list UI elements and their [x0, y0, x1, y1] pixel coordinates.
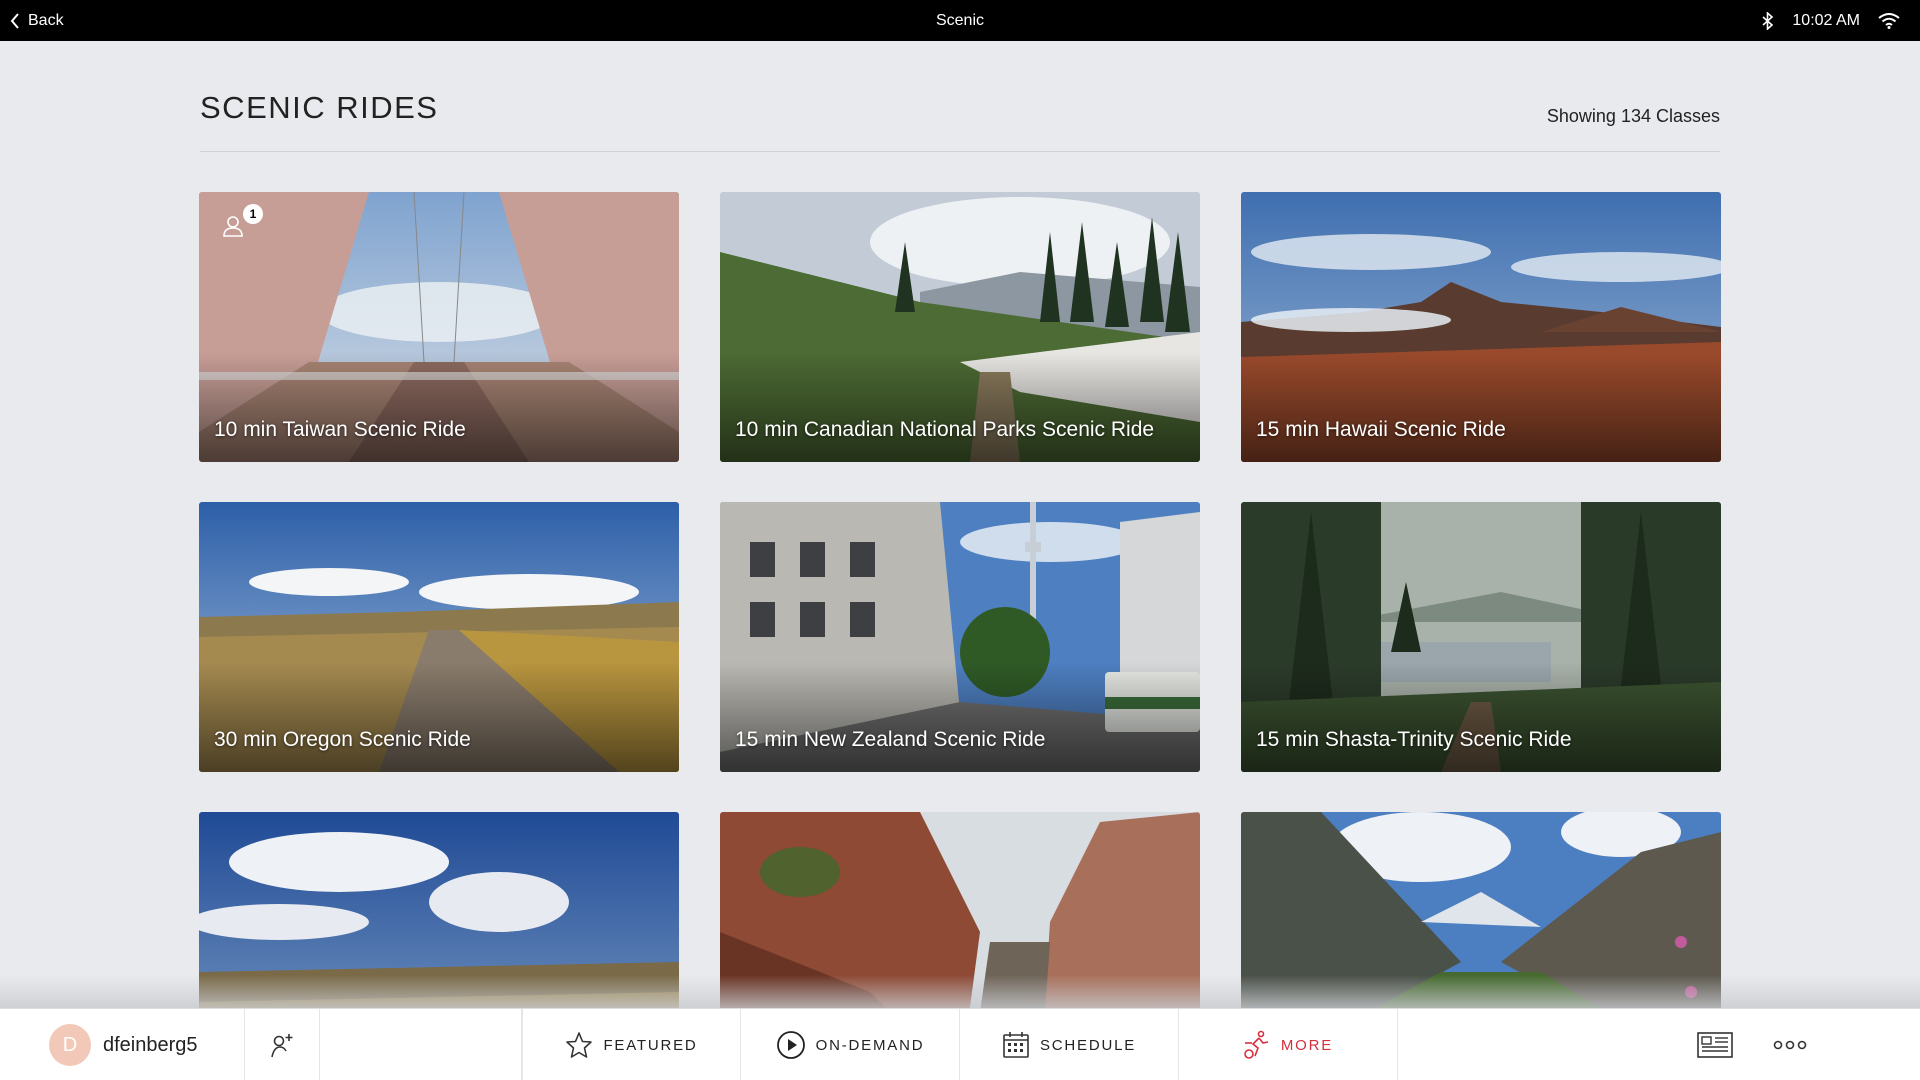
class-card-oregon[interactable]: 30 min Oregon Scenic Ride: [199, 502, 679, 772]
class-title: 15 min New Zealand Scenic Ride: [735, 728, 1046, 751]
calendar-icon: [1003, 1032, 1029, 1058]
window-title: Scenic: [935, 12, 985, 29]
chevron-left-icon: [10, 12, 19, 29]
tab-label: MORE: [1280, 1036, 1334, 1054]
user-profile-button[interactable]: D dfeinberg5: [0, 1009, 245, 1080]
tab-on-demand[interactable]: ON-DEMAND: [741, 1009, 960, 1080]
class-grid: 1 10 min Taiwan Scenic Ride 10 min Canad…: [199, 192, 1721, 1080]
class-title: 15 min Hawaii Scenic Ride: [1256, 418, 1506, 441]
bluetooth-icon: [1762, 11, 1774, 30]
wifi-icon: [1878, 12, 1900, 29]
tab-featured[interactable]: FEATURED: [522, 1009, 741, 1080]
tab-schedule[interactable]: SCHEDULE: [960, 1009, 1179, 1080]
avatar: D: [49, 1024, 91, 1066]
username: dfeinberg5: [103, 1033, 198, 1056]
class-card-canada[interactable]: 10 min Canadian National Parks Scenic Ri…: [720, 192, 1200, 462]
ellipsis-icon: [1773, 1040, 1807, 1050]
class-card-hawaii[interactable]: 15 min Hawaii Scenic Ride: [1241, 192, 1721, 462]
cyclist-icon: [1244, 1030, 1269, 1059]
add-friend-button[interactable]: [245, 1009, 320, 1080]
user-icon: [223, 216, 243, 237]
more-options-button[interactable]: [1760, 1009, 1820, 1080]
page-title: SCENIC RIDES: [200, 90, 439, 125]
back-label: Back: [28, 11, 64, 29]
star-icon: [566, 1032, 593, 1058]
class-card-new-zealand[interactable]: 15 min New Zealand Scenic Ride: [720, 502, 1200, 772]
clock: 10:02 AM: [1792, 11, 1860, 29]
class-title: 30 min Oregon Scenic Ride: [214, 728, 471, 751]
status-bar: Back Scenic 10:02 AM: [0, 0, 1920, 41]
friends-taking-class: 1: [221, 204, 263, 240]
back-button[interactable]: Back: [10, 0, 64, 41]
page-header: SCENIC RIDES Showing 134 Classes: [200, 80, 1720, 152]
tab-label: ON-DEMAND: [815, 1036, 925, 1054]
play-icon: [776, 1031, 805, 1059]
tab-more[interactable]: MORE: [1179, 1009, 1398, 1080]
bottom-nav: D dfeinberg5 FEATURED ON-DEMAND SCHEDULE…: [0, 1008, 1920, 1080]
add-friend-icon: [271, 1034, 293, 1058]
class-card-taiwan[interactable]: 1 10 min Taiwan Scenic Ride: [199, 192, 679, 462]
tab-label: FEATURED: [603, 1036, 698, 1054]
tab-label: SCHEDULE: [1039, 1036, 1137, 1054]
guide-button[interactable]: [1680, 1009, 1750, 1080]
class-count: Showing 134 Classes: [1546, 106, 1720, 126]
class-card-shasta-trinity[interactable]: 15 min Shasta-Trinity Scenic Ride: [1241, 502, 1721, 772]
guide-icon: [1697, 1032, 1733, 1058]
class-title: 10 min Canadian National Parks Scenic Ri…: [735, 418, 1155, 441]
friends-count-badge: 1: [243, 204, 263, 224]
class-title: 15 min Shasta-Trinity Scenic Ride: [1256, 728, 1572, 751]
class-title: 10 min Taiwan Scenic Ride: [214, 418, 466, 441]
